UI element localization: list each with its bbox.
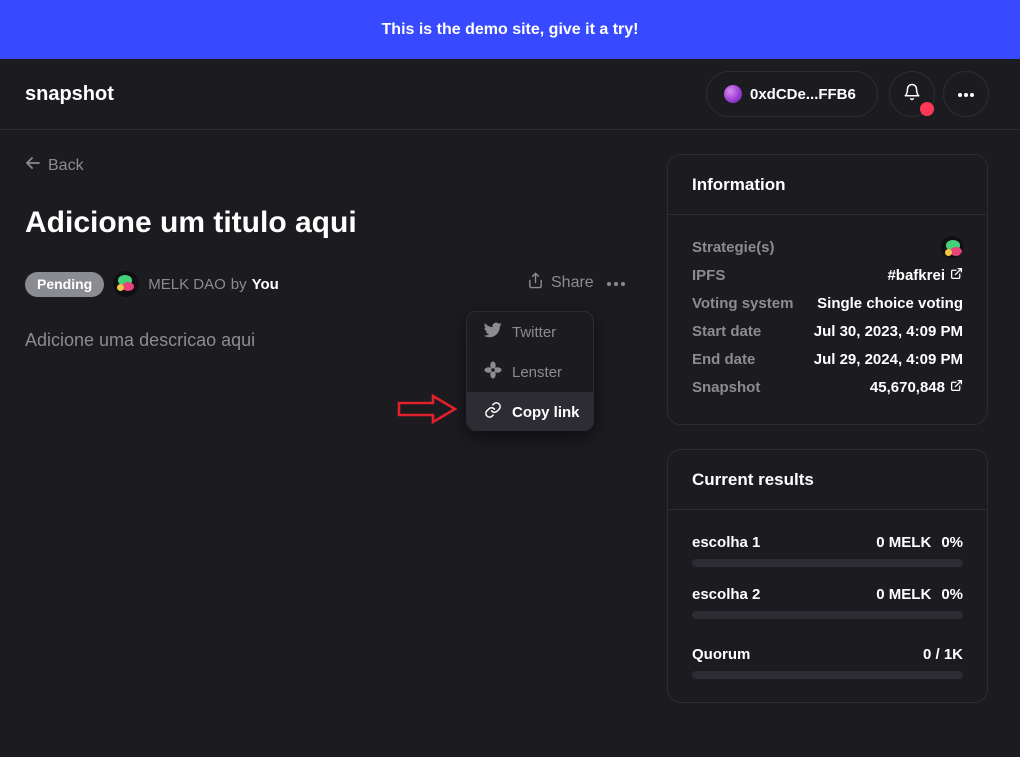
author-name[interactable]: You — [252, 276, 279, 293]
quorum-label: Quorum — [692, 646, 751, 663]
result-choice-1: escolha 1 0 MELK 0% — [692, 534, 963, 567]
info-value: Single choice voting — [817, 294, 963, 312]
share-menu-item-label: Lenster — [512, 363, 563, 381]
info-row-strategies: Strategie(s) — [692, 236, 963, 258]
proposal-meta: Pending MELK DAO by You — [25, 270, 279, 298]
info-value: Jul 30, 2023, 4:09 PM — [813, 322, 963, 340]
back-label: Back — [48, 156, 84, 174]
demo-banner-text: This is the demo site, give it a try! — [381, 20, 639, 38]
info-value: 45,670,848 — [869, 378, 945, 396]
proposal-description: Adicione uma descricao aqui — [25, 330, 256, 350]
info-value: Jul 29, 2024, 4:09 PM — [813, 350, 963, 368]
external-link-icon — [950, 379, 963, 396]
external-link-icon — [950, 267, 963, 284]
choice-percent: 0% — [941, 534, 963, 551]
back-link[interactable]: Back — [26, 156, 84, 175]
by-label: by — [230, 275, 247, 293]
information-title: Information — [668, 155, 987, 215]
choice-amount: 0 MELK — [876, 586, 932, 603]
result-quorum: Quorum 0 / 1K — [692, 646, 963, 679]
space-name[interactable]: MELK DAO — [148, 276, 226, 293]
progress-bar — [692, 611, 963, 619]
share-menu: Twitter Lenster Copy link — [466, 311, 594, 431]
info-key: Start date — [692, 322, 762, 340]
more-horizontal-icon — [607, 282, 625, 286]
strategy-avatar[interactable] — [941, 236, 963, 258]
info-row-ipfs: IPFS #bafkrei — [692, 265, 963, 285]
info-row-snapshot: Snapshot 45,670,848 — [692, 377, 963, 397]
progress-bar — [692, 559, 963, 567]
link-icon — [484, 401, 502, 423]
account-button[interactable]: 0xdCDe...FFB6 — [706, 71, 878, 117]
account-address: 0xdCDe...FFB6 — [750, 85, 856, 103]
more-menu-button[interactable] — [943, 71, 989, 117]
more-horizontal-icon — [957, 85, 975, 103]
info-key: Voting system — [692, 294, 794, 312]
progress-bar — [692, 671, 963, 679]
choice-label: escolha 2 — [692, 586, 761, 603]
share-menu-item-twitter[interactable]: Twitter — [467, 312, 593, 352]
info-key: Snapshot — [692, 378, 761, 396]
choice-amount: 0 MELK — [876, 534, 932, 551]
result-choice-2: escolha 2 0 MELK 0% — [692, 586, 963, 619]
share-icon — [527, 272, 544, 294]
top-header: snapshot 0xdCDe...FFB6 — [0, 59, 1020, 130]
demo-banner: This is the demo site, give it a try! — [0, 0, 1020, 59]
proposal-more-button[interactable] — [606, 274, 626, 292]
twitter-icon — [483, 322, 502, 342]
info-key: End date — [692, 350, 756, 368]
share-menu-item-label: Copy link — [512, 403, 580, 421]
choice-percent: 0% — [941, 586, 963, 603]
results-card: Current results escolha 1 0 MELK 0% esco… — [667, 449, 988, 703]
results-title: Current results — [668, 450, 987, 510]
share-menu-item-label: Twitter — [512, 323, 557, 341]
info-row-voting-system: Voting system Single choice voting — [692, 293, 963, 313]
share-menu-item-lenster[interactable]: Lenster — [467, 352, 593, 392]
share-label: Share — [551, 274, 594, 291]
share-menu-item-copy-link[interactable]: Copy link — [467, 392, 593, 430]
info-key: Strategie(s) — [692, 238, 775, 256]
bell-icon — [903, 83, 921, 106]
status-badge: Pending — [25, 271, 105, 297]
brand-logo[interactable]: snapshot — [25, 83, 114, 106]
annotation-arrow-icon — [397, 393, 458, 425]
share-button[interactable]: Share — [527, 272, 594, 294]
quorum-value: 0 / 1K — [922, 646, 963, 663]
info-value: #bafkrei — [887, 266, 945, 284]
space-avatar[interactable] — [113, 271, 140, 297]
notification-dot — [920, 102, 934, 116]
ipfs-link[interactable]: #bafkrei — [887, 267, 963, 284]
arrow-left-icon — [26, 156, 40, 175]
info-row-start-date: Start date Jul 30, 2023, 4:09 PM — [692, 321, 963, 341]
information-card: Information Strategie(s) IPFS #bafkrei V… — [667, 154, 988, 425]
lenster-icon — [484, 361, 502, 383]
proposal-title: Adicione um titulo aqui — [25, 206, 357, 239]
choice-label: escolha 1 — [692, 534, 761, 551]
info-key: IPFS — [692, 266, 726, 284]
account-avatar — [724, 85, 742, 103]
snapshot-link[interactable]: 45,670,848 — [870, 379, 963, 396]
info-row-end-date: End date Jul 29, 2024, 4:09 PM — [692, 349, 963, 369]
